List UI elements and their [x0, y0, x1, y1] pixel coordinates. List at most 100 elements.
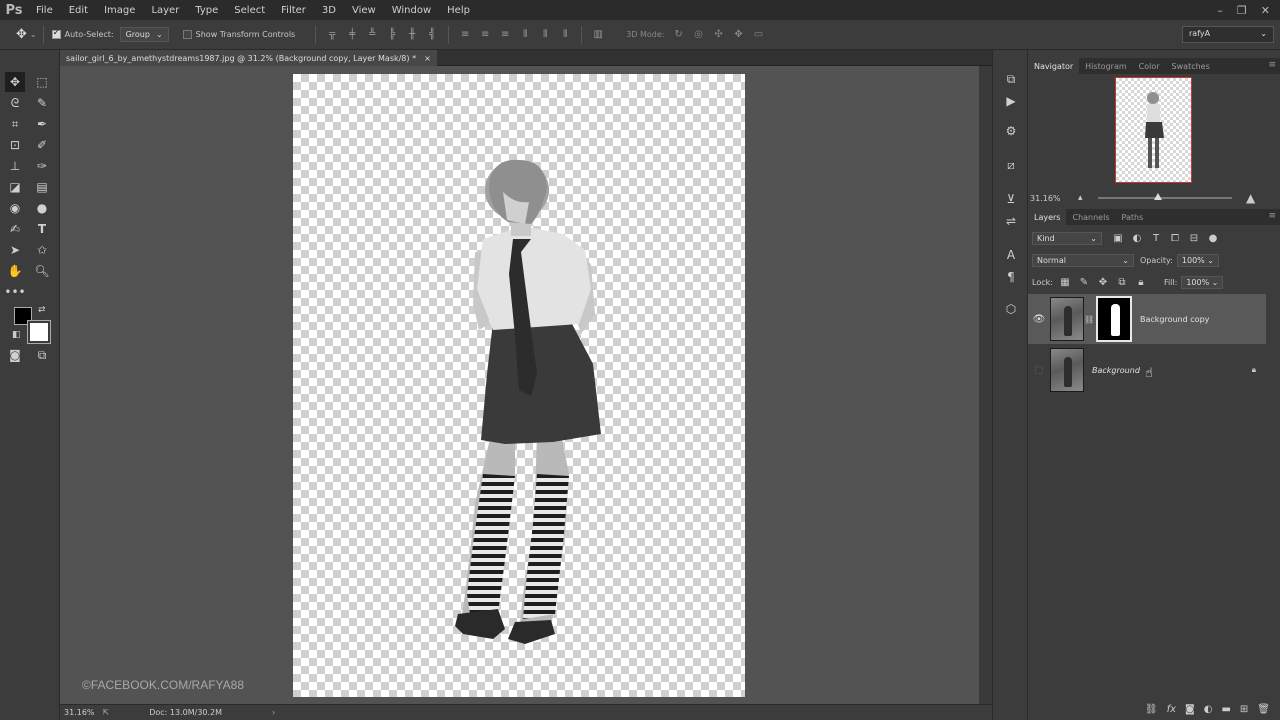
tab-layers[interactable]: Layers — [1028, 209, 1067, 225]
document-canvas[interactable] — [293, 74, 745, 697]
menu-layer[interactable]: Layer — [143, 5, 187, 16]
path-select-tool-icon[interactable]: ➤ — [5, 240, 25, 260]
paragraph-icon[interactable]: ¶ — [1001, 268, 1021, 286]
distribute-vcenter-icon[interactable]: ≡ — [479, 29, 491, 41]
restore-button[interactable]: ❐ — [1237, 4, 1247, 17]
marquee-tool-icon[interactable]: ⬚ — [32, 72, 52, 92]
properties-icon[interactable]: ⚙ — [1001, 122, 1021, 140]
zoom-tool-icon[interactable]: 🔍︎ — [32, 261, 52, 281]
blend-mode-dropdown[interactable]: Normal ⌄ — [1032, 253, 1134, 267]
navigator-zoom-value[interactable]: 31.16% — [1030, 194, 1061, 203]
menu-help[interactable]: Help — [439, 5, 478, 16]
distribute-hcenter-icon[interactable]: ⦀ — [539, 29, 551, 41]
lasso-tool-icon[interactable]: ᘓ — [5, 93, 25, 113]
menu-window[interactable]: Window — [384, 5, 439, 16]
history-icon[interactable]: ⧉ — [1001, 70, 1021, 88]
3d-object-icon[interactable]: ⬡ — [1001, 300, 1021, 318]
lock-artboard-icon[interactable]: ⧉ — [1116, 276, 1128, 288]
filter-adjustment-icon[interactable]: ◐ — [1131, 232, 1143, 244]
layer-row-background-copy[interactable]: 👁︎ ⛓ Background copy — [1028, 294, 1266, 344]
new-layer-icon[interactable]: ⊞ — [1240, 704, 1248, 715]
menu-file[interactable]: File — [28, 5, 61, 16]
filter-pixel-icon[interactable]: ▣ — [1112, 232, 1124, 244]
lock-transparent-icon[interactable]: ▦ — [1059, 276, 1071, 288]
crop-tool-icon[interactable]: ⌗ — [5, 114, 25, 134]
zoom-slider-handle[interactable] — [1154, 193, 1163, 200]
distribute-left-icon[interactable]: ⦀ — [519, 29, 531, 41]
layer-mask-thumbnail[interactable] — [1096, 296, 1132, 342]
distribute-right-icon[interactable]: ⦀ — [559, 29, 571, 41]
zoom-out-icon[interactable]: ▴ — [1078, 193, 1083, 203]
menu-3d[interactable]: 3D — [314, 5, 344, 16]
distribute-top-icon[interactable]: ≡ — [459, 29, 471, 41]
align-right-icon[interactable]: ╣ — [426, 29, 438, 41]
app-logo[interactable]: Ps — [0, 3, 28, 18]
spot-heal-tool-icon[interactable]: ⊡ — [5, 135, 25, 155]
auto-select-checkbox[interactable] — [51, 28, 61, 39]
filter-shape-icon[interactable]: ⧠ — [1169, 232, 1181, 244]
menu-image[interactable]: Image — [96, 5, 143, 16]
filter-kind-dropdown[interactable]: Kind ⌄ — [1032, 231, 1102, 245]
panel-menu-icon[interactable]: ≡ — [1268, 60, 1276, 70]
layer-thumbnail[interactable] — [1050, 297, 1084, 341]
adjustments-icon[interactable]: ⊻ — [1001, 190, 1021, 208]
gradient-tool-icon[interactable]: ▤ — [32, 177, 52, 197]
quick-mask-icon[interactable]: ◙ — [5, 345, 25, 365]
move-tool-icon[interactable]: ✥ — [16, 27, 27, 42]
tab-channels[interactable]: Channels — [1066, 209, 1115, 225]
eye-hidden-icon[interactable]: □ — [1028, 365, 1050, 376]
eye-icon[interactable]: 👁︎ — [1028, 314, 1050, 325]
auto-select-dropdown[interactable]: Group ⌄ — [119, 27, 169, 42]
filter-toggle-icon[interactable]: ● — [1207, 232, 1219, 244]
move-tool-icon[interactable]: ✥ — [5, 72, 25, 92]
fx-icon[interactable]: fx — [1167, 704, 1176, 715]
lock-position-icon[interactable]: ✥ — [1097, 276, 1109, 288]
tab-paths[interactable]: Paths — [1116, 209, 1150, 225]
lock-image-icon[interactable]: ✎ — [1078, 276, 1090, 288]
align-hcenter-icon[interactable]: ╫ — [406, 29, 418, 41]
zoom-slider-track[interactable] — [1098, 197, 1232, 199]
align-left-icon[interactable]: ╠ — [386, 29, 398, 41]
opacity-field[interactable]: 100% ⌄ — [1176, 253, 1219, 267]
tab-swatches[interactable]: Swatches — [1166, 58, 1216, 74]
layer-name[interactable]: Background — [1092, 366, 1140, 375]
minimize-button[interactable]: – — [1217, 4, 1223, 17]
libraries-icon[interactable]: ⧄ — [1001, 156, 1021, 174]
clone-stamp-tool-icon[interactable]: ⊥ — [5, 156, 25, 176]
auto-align-icon[interactable]: ▥ — [592, 29, 604, 41]
screen-mode-icon[interactable]: ⧉ — [32, 345, 52, 365]
menu-view[interactable]: View — [344, 5, 384, 16]
delete-layer-icon[interactable]: 🗑︎ — [1257, 704, 1270, 715]
new-group-icon[interactable]: ▬ — [1221, 704, 1230, 715]
panel-menu-icon[interactable]: ≡ — [1268, 211, 1276, 221]
3d-rotate-icon[interactable]: ↻ — [673, 29, 685, 41]
swap-colors-icon[interactable]: ⇄ — [38, 305, 46, 315]
hand-tool-icon[interactable]: ✋ — [5, 261, 25, 281]
menu-filter[interactable]: Filter — [273, 5, 314, 16]
add-mask-icon[interactable]: ◙ — [1185, 704, 1195, 715]
3d-scale-icon[interactable]: ▭ — [753, 29, 765, 41]
quick-select-tool-icon[interactable]: ✎ — [32, 93, 52, 113]
status-zoom[interactable]: 31.16% — [64, 708, 95, 717]
show-transform-checkbox[interactable] — [182, 30, 192, 39]
sliders-icon[interactable]: ⇌ — [1001, 212, 1021, 230]
blur-tool-icon[interactable]: ◉ — [5, 198, 25, 218]
new-adjustment-icon[interactable]: ◐ — [1204, 704, 1213, 715]
character-icon[interactable]: A — [1001, 246, 1021, 264]
workspace-dropdown[interactable]: rafyA ⌄ — [1182, 26, 1274, 43]
lock-icon[interactable]: 🔒︎ — [1252, 365, 1256, 375]
layer-name[interactable]: Background copy — [1140, 315, 1209, 324]
background-color-swatch[interactable] — [27, 320, 51, 344]
menu-select[interactable]: Select — [226, 5, 273, 16]
zoom-in-icon[interactable]: ▲ — [1246, 191, 1255, 205]
tab-navigator[interactable]: Navigator — [1028, 58, 1080, 74]
layer-thumbnail[interactable] — [1050, 348, 1084, 392]
canvas-area[interactable]: ©FACEBOOK.COM/RAFYA88 — [60, 66, 979, 704]
history-brush-tool-icon[interactable]: ✑ — [32, 156, 52, 176]
filter-smart-object-icon[interactable]: ⊟ — [1188, 232, 1200, 244]
align-bottom-icon[interactable]: ╩ — [366, 29, 378, 41]
filter-type-icon[interactable]: T — [1150, 232, 1162, 244]
fill-field[interactable]: 100% ⌄ — [1181, 275, 1224, 289]
actions-play-icon[interactable]: ▶ — [1001, 92, 1021, 110]
close-tab-icon[interactable]: × — [424, 54, 431, 63]
